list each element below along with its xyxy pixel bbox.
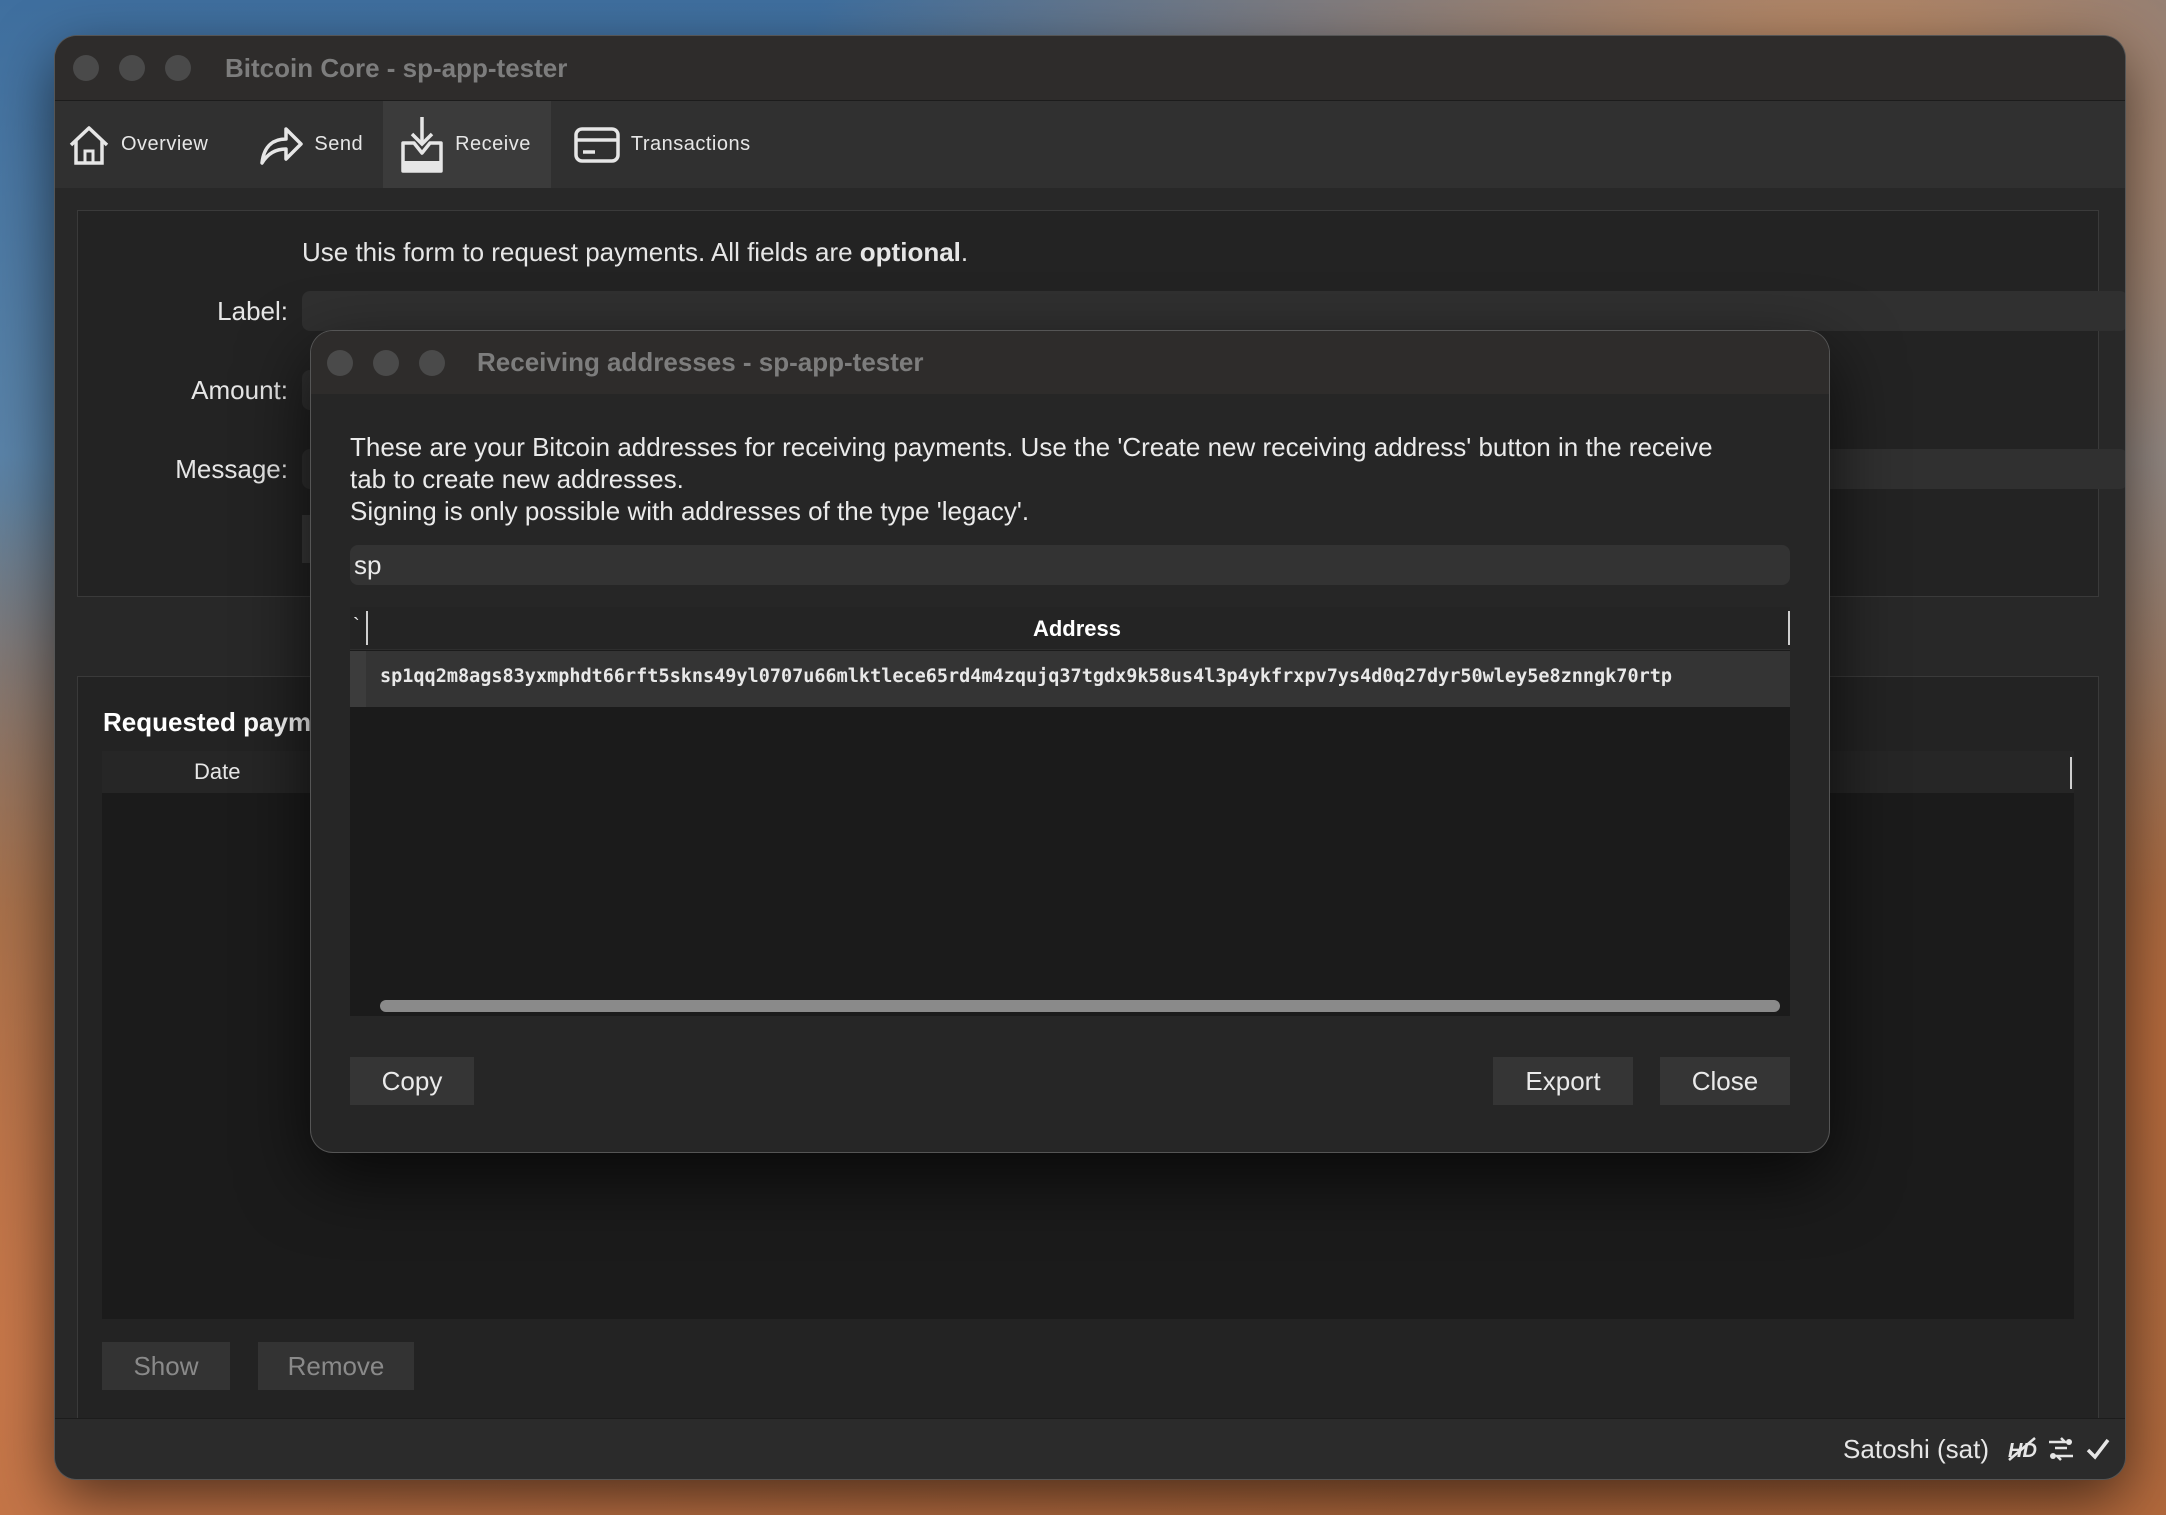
address-table-header: ` Address — [350, 607, 1790, 650]
form-hint-suffix: . — [960, 237, 969, 267]
date-column-header[interactable]: Date — [194, 759, 240, 785]
zoom-window-button[interactable] — [165, 55, 191, 81]
synced-checkmark-icon — [2086, 1438, 2110, 1460]
label-column-header[interactable]: ` — [353, 615, 360, 638]
message-field-label: Message: — [175, 454, 288, 484]
tab-receive[interactable]: Receive — [383, 101, 551, 188]
tab-send[interactable]: Send — [228, 101, 383, 188]
hd-disabled-icon: HD — [2008, 1437, 2037, 1462]
close-window-button[interactable] — [73, 55, 99, 81]
address-cell[interactable]: sp1qq2m8ags83yxmphdt66rft5skns49yl0707u6… — [380, 666, 1672, 687]
tab-transactions[interactable]: Transactions — [551, 101, 771, 188]
form-hint: Use this form to request payments. All f… — [302, 237, 968, 268]
form-hint-text: Use this form to request payments. All f… — [302, 237, 860, 267]
column-separator — [1788, 611, 1790, 645]
tab-overview-label: Overview — [121, 133, 209, 155]
tab-receive-label: Receive — [455, 133, 531, 155]
dialog-minimize-button[interactable] — [373, 349, 399, 376]
address-column-header[interactable]: Address — [366, 616, 1788, 642]
address-search-input[interactable]: sp — [350, 545, 1790, 585]
window-controls — [73, 55, 191, 81]
dialog-description-line1: These are your Bitcoin addresses for rec… — [350, 432, 1713, 462]
send-arrow-icon — [260, 126, 304, 165]
horizontal-scrollbar[interactable] — [380, 1000, 1780, 1012]
receiving-addresses-dialog: Receiving addresses - sp-app-tester Thes… — [311, 331, 1829, 1152]
label-input[interactable] — [302, 291, 2125, 331]
amount-field-label: Amount: — [191, 375, 288, 405]
column-separator — [2070, 757, 2072, 789]
dialog-description: These are your Bitcoin addresses for rec… — [350, 431, 1790, 527]
requested-payments-title: Requested paym — [103, 707, 312, 737]
export-button[interactable]: Export — [1493, 1057, 1633, 1105]
remove-button[interactable]: Remove — [258, 1342, 414, 1390]
status-bar: Satoshi (sat) HD — [55, 1418, 2125, 1479]
minimize-window-button[interactable] — [119, 55, 145, 81]
address-table[interactable]: ` Address sp1qq2m8ags83yxmphdt66rft5skns… — [350, 607, 1790, 1016]
label-field-label: Label: — [217, 296, 288, 326]
unit-selector[interactable]: Satoshi (sat) — [1843, 1434, 1989, 1465]
main-toolbar: Overview Send Receive Transactions — [55, 101, 2125, 189]
window-title: Bitcoin Core - sp-app-tester — [225, 52, 568, 83]
copy-button[interactable]: Copy — [350, 1057, 474, 1105]
dialog-close-button[interactable] — [327, 349, 353, 376]
dialog-title: Receiving addresses - sp-app-tester — [477, 347, 924, 377]
home-icon — [69, 125, 109, 165]
main-titlebar: Bitcoin Core - sp-app-tester — [55, 36, 2125, 101]
credit-card-icon — [574, 126, 620, 163]
close-button[interactable]: Close — [1660, 1057, 1790, 1105]
tab-overview[interactable]: Overview — [55, 101, 228, 188]
receive-inbox-icon — [401, 116, 443, 173]
dialog-description-line3: Signing is only possible with addresses … — [350, 496, 1030, 526]
row-label-cell[interactable] — [350, 651, 366, 707]
network-activity-icon — [2049, 1437, 2073, 1461]
dialog-window-controls — [327, 349, 445, 376]
form-hint-bold: optional — [859, 237, 961, 267]
table-row[interactable]: sp1qq2m8ags83yxmphdt66rft5skns49yl0707u6… — [350, 651, 1790, 707]
dialog-titlebar: Receiving addresses - sp-app-tester — [311, 331, 1829, 394]
tab-send-label: Send — [314, 133, 364, 155]
show-button[interactable]: Show — [102, 1342, 230, 1390]
dialog-zoom-button[interactable] — [419, 349, 445, 376]
dialog-description-line2: tab to create new addresses. — [350, 464, 684, 494]
tab-transactions-label: Transactions — [630, 133, 751, 155]
